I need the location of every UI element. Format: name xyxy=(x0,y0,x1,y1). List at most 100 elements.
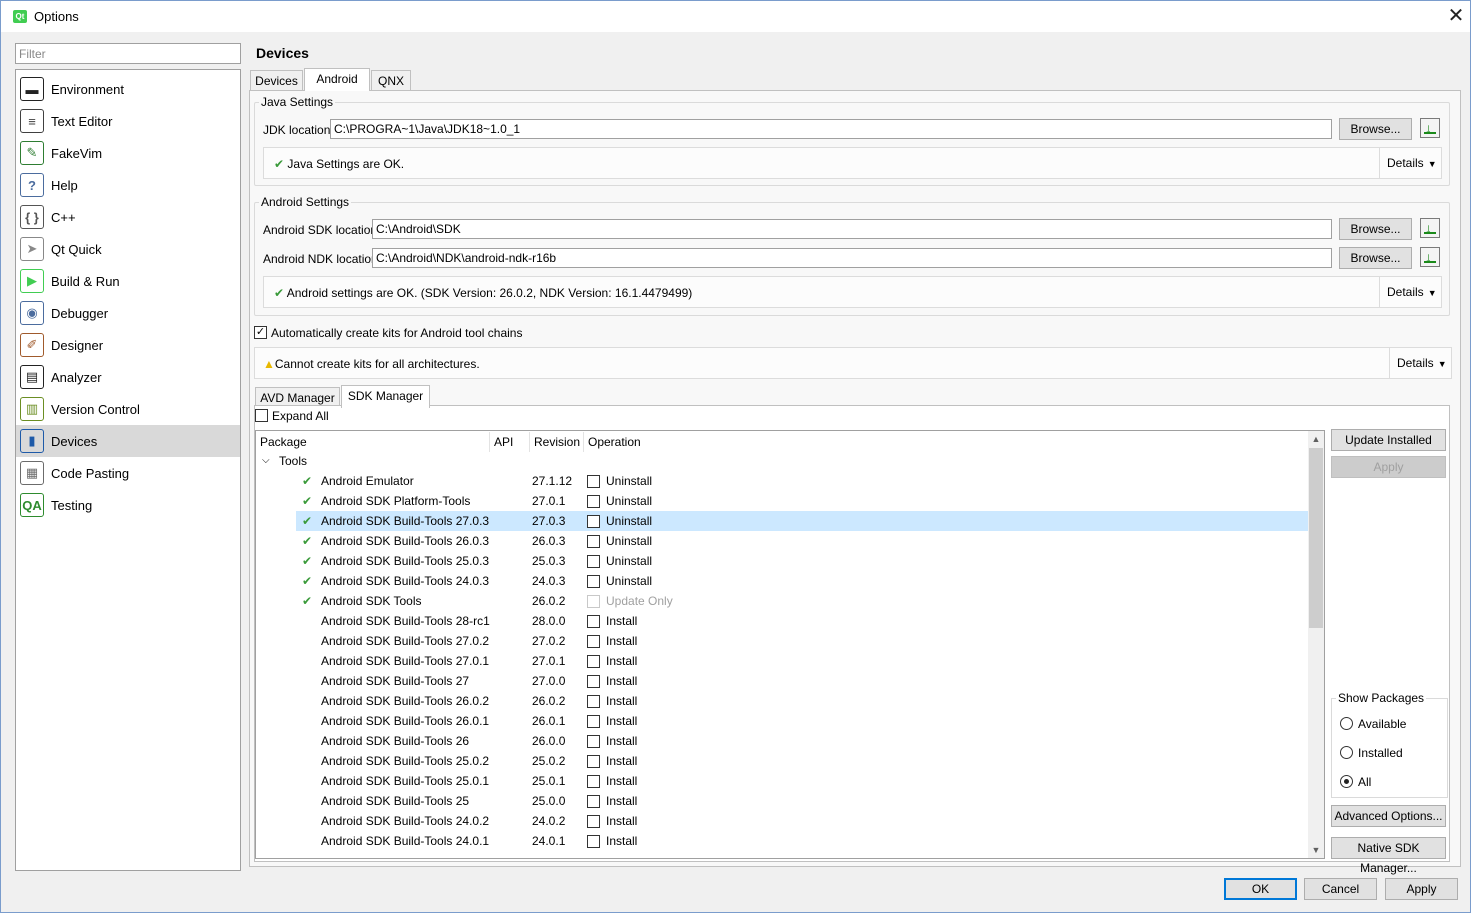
operation-checkbox[interactable] xyxy=(587,635,600,648)
table-row[interactable]: ✔ Android SDK Platform-Tools 27.0.1 Uninsta… xyxy=(256,491,1308,511)
package-name: Android SDK Build-Tools 25.0.3 xyxy=(321,554,490,568)
native-sdk-manager-button[interactable]: Native SDK Manager... xyxy=(1331,837,1446,875)
column-api[interactable]: API xyxy=(490,432,530,452)
operation-checkbox[interactable] xyxy=(587,615,600,628)
expand-all-checkbox[interactable] xyxy=(255,409,268,422)
sidebar-item-help[interactable]: ? Help xyxy=(16,169,240,201)
table-row[interactable]: ✔ Android SDK Build-Tools 26.0.3 26.0.3 Uni… xyxy=(256,531,1308,551)
column-revision[interactable]: Revision xyxy=(530,432,584,452)
table-row[interactable]: Android SDK Build-Tools 26 26.0.0 Install xyxy=(256,731,1308,751)
sdk-browse-button[interactable]: Browse... xyxy=(1339,218,1412,240)
operation-checkbox[interactable] xyxy=(587,835,600,848)
sdk-download-icon[interactable]: ↓ xyxy=(1420,218,1440,238)
advanced-options-button[interactable]: Advanced Options... xyxy=(1331,805,1446,827)
table-row[interactable]: ✔ Android SDK Tools 26.0.2 Update Only xyxy=(256,591,1308,611)
close-icon[interactable]: ✕ xyxy=(1443,3,1469,29)
java-details-button[interactable]: Details ▼ xyxy=(1379,148,1441,178)
table-row[interactable]: Android SDK Build-Tools 24.0.1 24.0.1 Inst… xyxy=(256,831,1308,851)
radio-installed[interactable] xyxy=(1340,746,1353,759)
sidebar-item-qt-quick[interactable]: ➤ Qt Quick xyxy=(16,233,240,265)
package-name: Android SDK Build-Tools 27.0.1 xyxy=(321,654,490,668)
package-revision: 24.0.1 xyxy=(532,834,566,848)
table-row[interactable]: Android SDK Build-Tools 27.0.1 27.0.1 Inst… xyxy=(256,651,1308,671)
android-details-button[interactable]: Details ▼ xyxy=(1379,277,1441,307)
radio-all[interactable] xyxy=(1340,775,1353,788)
table-row[interactable]: Android SDK Build-Tools 26.0.1 26.0.1 Inst… xyxy=(256,711,1308,731)
chevron-down-icon[interactable]: ⌵ xyxy=(262,451,270,471)
sidebar-item-devices[interactable]: ▮ Devices xyxy=(16,425,240,457)
filter-input[interactable] xyxy=(15,43,241,64)
sidebar-item-fakevim[interactable]: ✎ FakeVim xyxy=(16,137,240,169)
sidebar-item-analyzer[interactable]: ▤ Analyzer xyxy=(16,361,240,393)
sidebar-item-build-run[interactable]: ▶ Build & Run xyxy=(16,265,240,297)
ok-button[interactable]: OK xyxy=(1224,878,1297,900)
sdk-location-field[interactable] xyxy=(372,219,1332,239)
sidebar-item-testing[interactable]: QA Testing xyxy=(16,489,240,521)
apply-button[interactable]: Apply xyxy=(1385,878,1458,900)
sdk-apply-button[interactable]: Apply xyxy=(1331,456,1446,478)
tab-sdk-manager[interactable]: SDK Manager xyxy=(341,385,430,408)
table-row[interactable]: Android SDK Build-Tools 27.0.2 27.0.2 Inst… xyxy=(256,631,1308,651)
column-package[interactable]: Package xyxy=(256,432,490,452)
package-name: Android SDK Build-Tools 25 xyxy=(321,794,470,808)
operation-checkbox[interactable] xyxy=(587,695,600,708)
ndk-download-icon[interactable]: ↓ xyxy=(1420,247,1440,267)
sidebar-item-debugger[interactable]: ◉ Debugger xyxy=(16,297,240,329)
table-row[interactable]: Android SDK Build-Tools 25 25.0.0 Install xyxy=(256,791,1308,811)
tab-devices[interactable]: Devices xyxy=(250,70,303,91)
sidebar-item-version-control[interactable]: ▥ Version Control xyxy=(16,393,240,425)
sidebar-item-code-pasting[interactable]: ▦ Code Pasting xyxy=(16,457,240,489)
update-installed-button[interactable]: Update Installed xyxy=(1331,429,1446,451)
jdk-browse-button[interactable]: Browse... xyxy=(1339,118,1412,140)
sidebar-item-c[interactable]: { } C++ xyxy=(16,201,240,233)
table-row[interactable]: Android SDK Build-Tools 28-rc1 28.0.0 Inst… xyxy=(256,611,1308,631)
operation-checkbox[interactable] xyxy=(587,755,600,768)
java-settings-title: Java Settings xyxy=(259,95,336,109)
ndk-browse-button[interactable]: Browse... xyxy=(1339,247,1412,269)
operation-checkbox[interactable] xyxy=(587,535,600,548)
table-row[interactable]: ✔ Android Emulator 27.1.12 Uninstall xyxy=(256,471,1308,491)
scrollbar-thumb[interactable] xyxy=(1309,448,1323,628)
operation-checkbox[interactable] xyxy=(587,735,600,748)
table-row[interactable]: Android SDK Build-Tools 24.0.2 24.0.2 Inst… xyxy=(256,811,1308,831)
table-row[interactable]: Android SDK Build-Tools 27 27.0.0 Install xyxy=(256,671,1308,691)
auto-create-kits-checkbox[interactable]: ✓ xyxy=(254,326,267,339)
table-row[interactable]: Android SDK Build-Tools 25.0.1 25.0.1 Inst… xyxy=(256,771,1308,791)
operation-checkbox[interactable] xyxy=(587,555,600,568)
ndk-location-field[interactable] xyxy=(372,248,1332,268)
operation-checkbox[interactable] xyxy=(587,795,600,808)
sidebar-item-environment[interactable]: ▬ Environment xyxy=(16,73,240,105)
sidebar-item-text-editor[interactable]: ≡ Text Editor xyxy=(16,105,240,137)
sdk-package-tree[interactable]: Package API Revision Operation ⌵ Tools ✔… xyxy=(255,430,1325,859)
operation-label: Install xyxy=(606,774,638,788)
operation-checkbox[interactable] xyxy=(587,475,600,488)
kits-details-button[interactable]: Details ▼ xyxy=(1389,348,1451,378)
operation-checkbox[interactable] xyxy=(587,655,600,668)
cancel-button[interactable]: Cancel xyxy=(1304,878,1377,900)
operation-checkbox[interactable] xyxy=(587,575,600,588)
tree-scrollbar[interactable]: ▲ ▼ xyxy=(1308,431,1324,858)
column-operation[interactable]: Operation xyxy=(584,432,784,452)
tab-android[interactable]: Android xyxy=(304,68,370,91)
tree-group-row[interactable]: ⌵ Tools xyxy=(256,451,1308,471)
scroll-down-icon[interactable]: ▼ xyxy=(1308,842,1324,858)
table-row[interactable]: ✔ Android SDK Build-Tools 25.0.3 25.0.3 Uni… xyxy=(256,551,1308,571)
sidebar-item-designer[interactable]: ✐ Designer xyxy=(16,329,240,361)
table-row[interactable]: ✔ Android SDK Build-Tools 27.0.3 27.0.3 Uni… xyxy=(296,511,1308,531)
table-row[interactable]: ✔ Android SDK Build-Tools 24.0.3 24.0.3 Uni… xyxy=(256,571,1308,591)
tab-qnx[interactable]: QNX xyxy=(371,70,411,91)
table-row[interactable]: Android SDK Build-Tools 26.0.2 26.0.2 Inst… xyxy=(256,691,1308,711)
operation-checkbox[interactable] xyxy=(587,595,600,608)
table-row[interactable]: Android SDK Build-Tools 25.0.2 25.0.2 Inst… xyxy=(256,751,1308,771)
operation-checkbox[interactable] xyxy=(587,495,600,508)
operation-checkbox[interactable] xyxy=(587,815,600,828)
jdk-download-icon[interactable]: ↓ xyxy=(1420,118,1440,138)
operation-checkbox[interactable] xyxy=(587,775,600,788)
jdk-location-field[interactable] xyxy=(330,119,1332,139)
operation-checkbox[interactable] xyxy=(587,515,600,528)
operation-checkbox[interactable] xyxy=(587,715,600,728)
cpp-icon: { } xyxy=(20,205,44,229)
radio-available[interactable] xyxy=(1340,717,1353,730)
scroll-up-icon[interactable]: ▲ xyxy=(1308,431,1324,447)
operation-checkbox[interactable] xyxy=(587,675,600,688)
